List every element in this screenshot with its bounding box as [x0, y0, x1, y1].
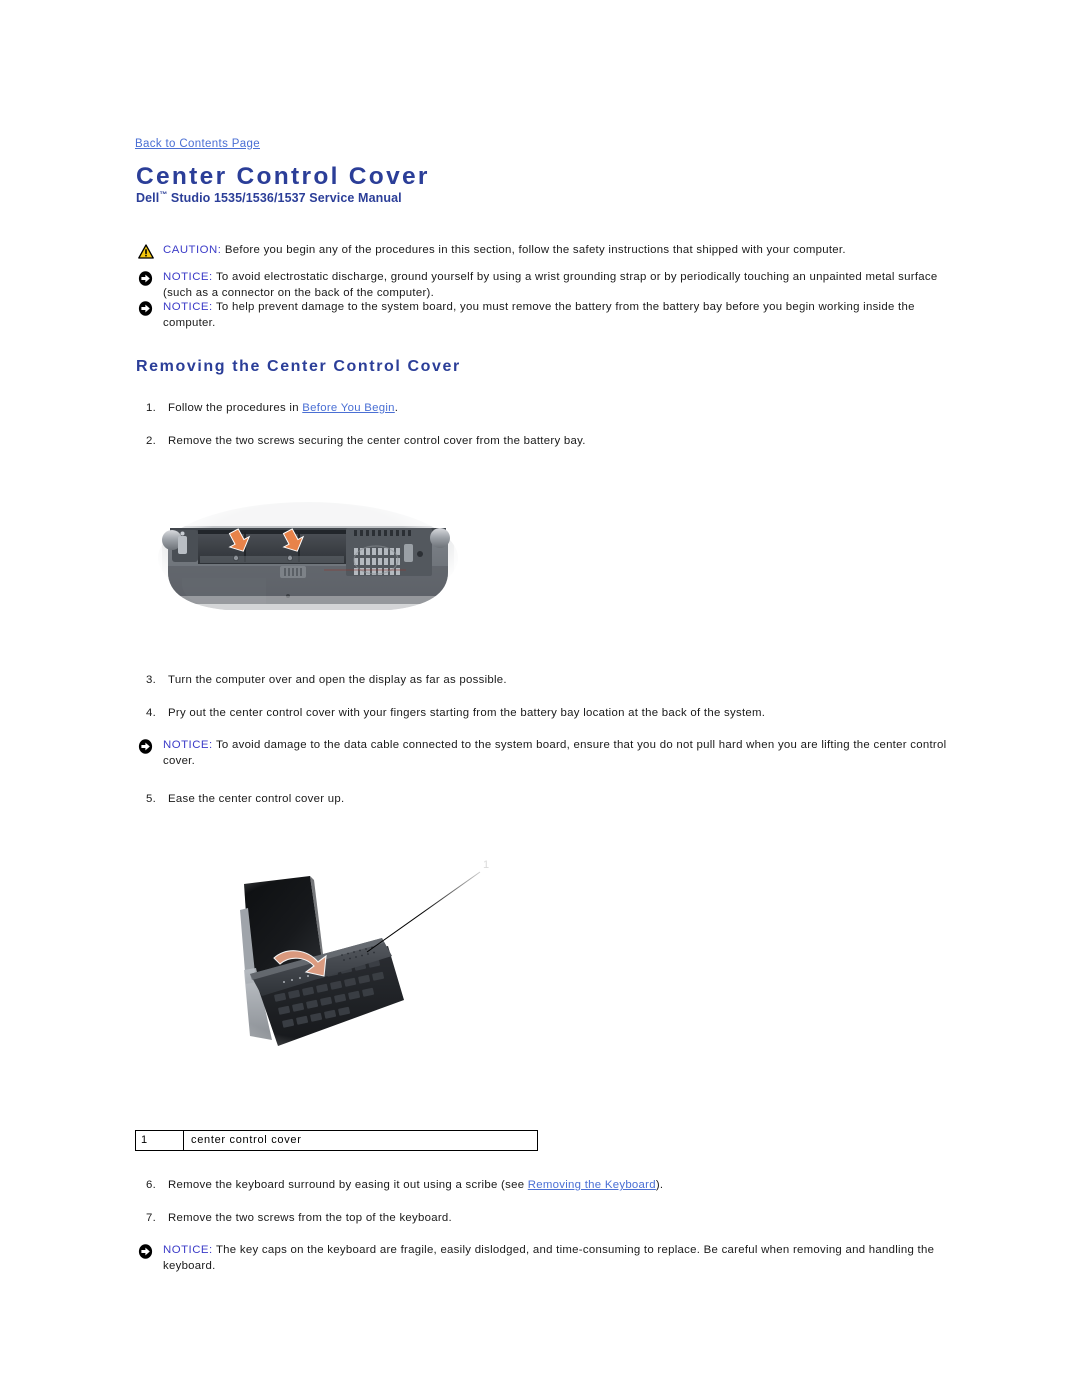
notice-circle-arrow-icon	[138, 271, 156, 287]
section-heading-removing: Removing the Center Control Cover	[136, 358, 461, 375]
step-text-post: .	[394, 402, 399, 414]
notice-circle-arrow-icon	[138, 739, 156, 755]
caution-body: Before you begin any of the procedures i…	[221, 244, 846, 256]
notice-block-battery: NOTICE: To help prevent damage to the sy…	[138, 300, 948, 331]
legend-row-label: center control cover	[191, 1134, 302, 1146]
step-number: 3.	[146, 674, 157, 686]
step-text-pre: Follow the procedures in	[168, 402, 303, 414]
step-body: Remove the two screws securing the cente…	[168, 435, 586, 447]
notice-block-data-cable: NOTICE: To avoid damage to the data cabl…	[138, 738, 948, 769]
caution-label: CAUTION:	[163, 244, 222, 256]
back-to-contents-link[interactable]: Back to Contents Page	[135, 138, 260, 150]
step-2: 2. Remove the two screws securing the ce…	[146, 434, 966, 450]
notice-text-data-cable: NOTICE: To avoid damage to the data cabl…	[163, 738, 948, 769]
notice-block-esd: NOTICE: To avoid electrostatic discharge…	[138, 270, 948, 301]
step-number: 7.	[146, 1212, 157, 1224]
notice-label: NOTICE:	[163, 271, 213, 283]
laptop-bottom-battery-bay-photo	[148, 500, 468, 615]
brand-name: Dell	[136, 191, 160, 206]
page-title: Center Control Cover	[136, 163, 430, 190]
removing-the-keyboard-link[interactable]: Removing the Keyboard	[528, 1179, 656, 1191]
notice-label: NOTICE:	[163, 301, 213, 313]
step-number: 5.	[146, 793, 157, 805]
before-you-begin-link[interactable]: Before You Begin	[302, 402, 395, 414]
step-body: Remove the keyboard surround by easing i…	[168, 1179, 663, 1191]
notice-label: NOTICE:	[163, 1244, 213, 1256]
step-text-post: ).	[655, 1179, 664, 1191]
legend-row-number: 1	[136, 1131, 184, 1150]
notice-text-key-caps: NOTICE: The key caps on the keyboard are…	[163, 1243, 948, 1274]
step-number: 1.	[146, 402, 157, 414]
step-text-pre: Remove the keyboard surround by easing i…	[168, 1179, 528, 1191]
notice-body: The key caps on the keyboard are fragile…	[163, 1244, 935, 1272]
notice-circle-arrow-icon	[138, 1244, 156, 1260]
step-number: 2.	[146, 435, 157, 447]
step-1: 1. Follow the procedures in Before You B…	[146, 401, 966, 417]
notice-label: NOTICE:	[163, 739, 213, 751]
step-6: 6. Remove the keyboard surround by easin…	[146, 1178, 966, 1194]
step-body: Ease the center control cover up.	[168, 793, 345, 805]
step-3: 3. Turn the computer over and open the d…	[146, 673, 966, 689]
caution-block: CAUTION: Before you begin any of the pro…	[138, 243, 948, 259]
service-manual-page: Back to Contents Page Center Control Cov…	[0, 0, 1080, 1397]
notice-body: To avoid damage to the data cable connec…	[163, 739, 947, 767]
step-body: Turn the computer over and open the disp…	[168, 674, 507, 686]
notice-body: To help prevent damage to the system boa…	[163, 301, 915, 329]
step-7: 7. Remove the two screws from the top of…	[146, 1211, 966, 1227]
laptop-center-control-cover-photo: 1	[192, 850, 502, 1065]
figure-legend-table: 1 center control cover	[135, 1130, 538, 1151]
step-4: 4. Pry out the center control cover with…	[146, 706, 966, 722]
page-subtitle: Dell™ Studio 1535/1536/1537 Service Manu…	[136, 190, 402, 205]
step-number: 6.	[146, 1179, 157, 1191]
step-body: Remove the two screws from the top of th…	[168, 1212, 452, 1224]
notice-block-key-caps: NOTICE: The key caps on the keyboard are…	[138, 1243, 948, 1274]
warning-triangle-icon	[138, 244, 156, 260]
notice-circle-arrow-icon	[138, 301, 156, 317]
subtitle-rest: Studio 1535/1536/1537 Service Manual	[167, 191, 402, 206]
step-body: Pry out the center control cover with yo…	[168, 707, 766, 719]
notice-text-esd: NOTICE: To avoid electrostatic discharge…	[163, 270, 948, 301]
step-number: 4.	[146, 707, 157, 719]
notice-text-battery: NOTICE: To help prevent damage to the sy…	[163, 300, 948, 331]
caution-text: CAUTION: Before you begin any of the pro…	[163, 243, 948, 259]
notice-body: To avoid electrostatic discharge, ground…	[163, 271, 938, 299]
step-body: Follow the procedures in Before You Begi…	[168, 402, 398, 414]
step-5: 5. Ease the center control cover up.	[146, 792, 966, 808]
